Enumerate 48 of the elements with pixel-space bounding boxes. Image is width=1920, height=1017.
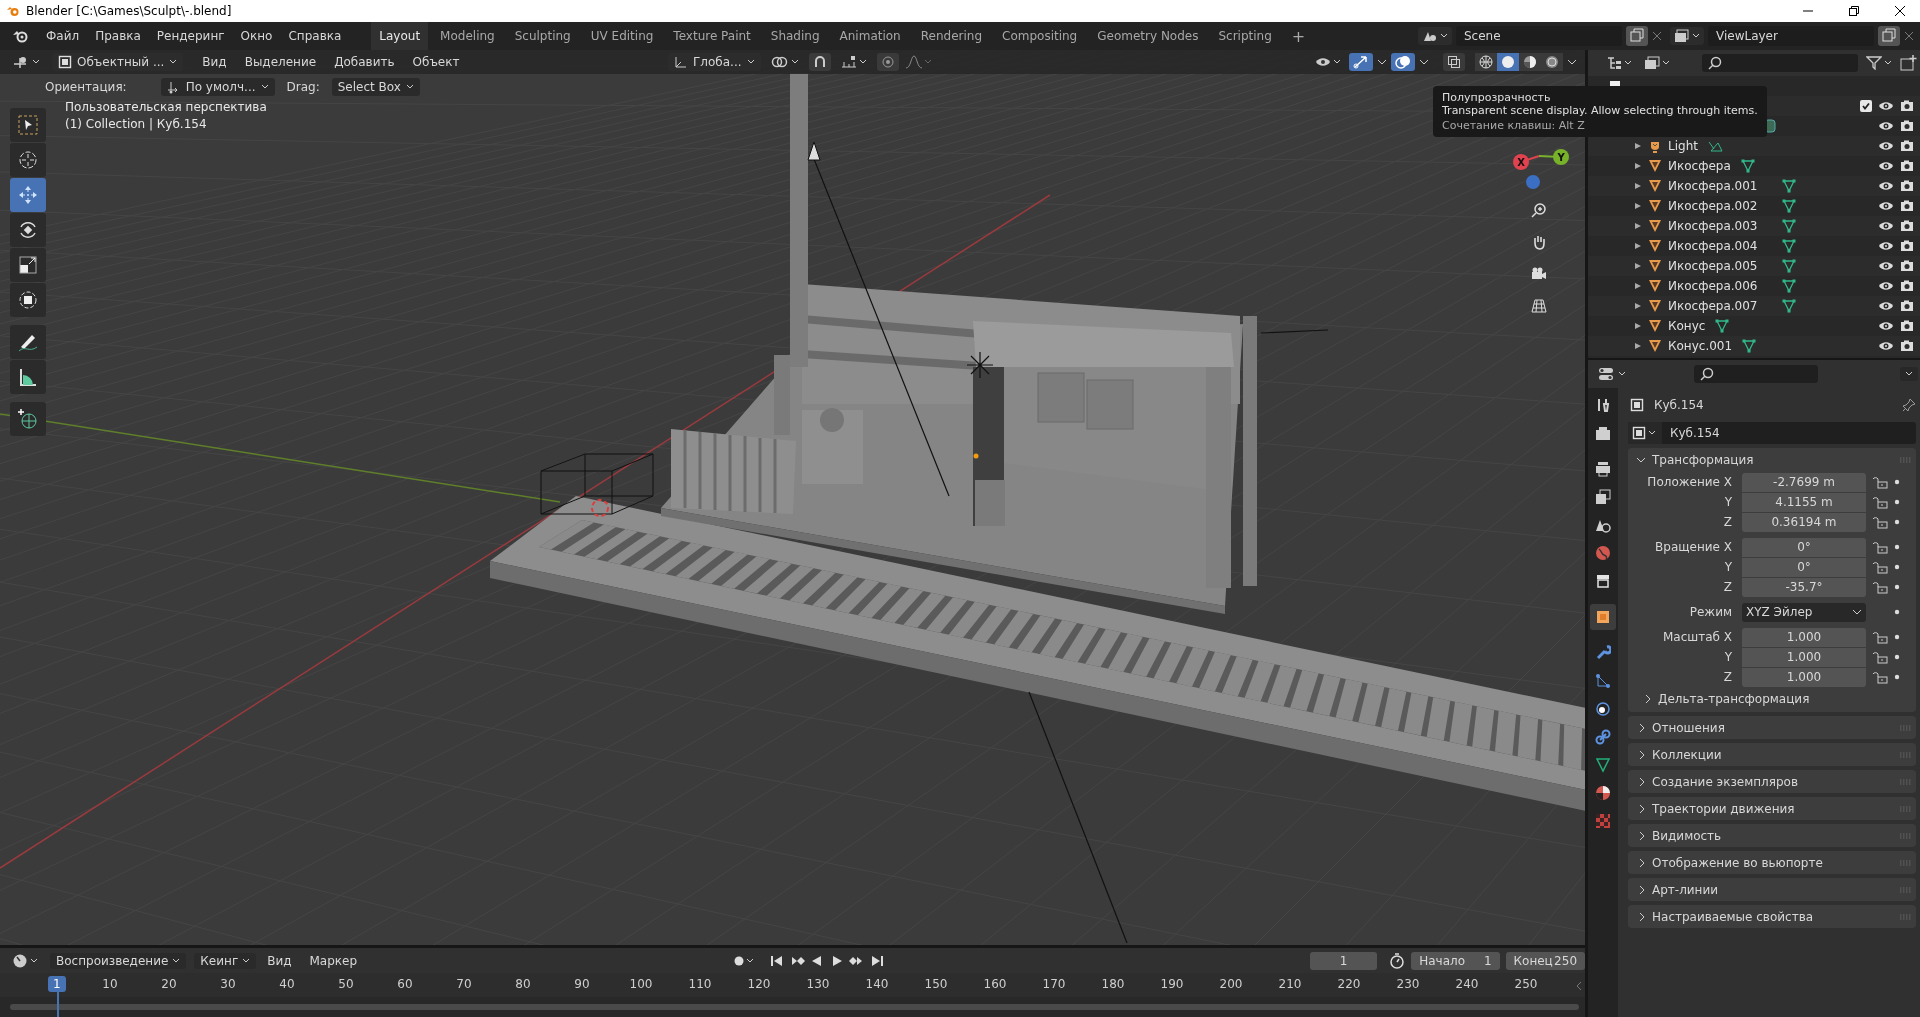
frame-number: 130	[805, 977, 831, 991]
frame-number: 110	[687, 977, 713, 991]
drag-label: Drag:	[286, 80, 320, 94]
frame-number: 220	[1336, 977, 1362, 991]
property-label: Y	[1723, 650, 1733, 664]
tooltip-title: Полупрозрачность	[1442, 91, 1552, 104]
property-label: Z	[1722, 515, 1733, 529]
frame-number: 250	[1513, 977, 1539, 991]
frame-number: 180	[1100, 977, 1126, 991]
frame-number: 100	[628, 977, 654, 991]
property-label: Режим	[1688, 605, 1733, 619]
frame-number: 40	[278, 977, 296, 991]
tooltip-description: Transparent scene display. Allow selecting through items.	[1442, 104, 1758, 117]
frame-number: 90	[573, 977, 591, 991]
frame-number: 140	[864, 977, 890, 991]
view-name: Пользовательская перспектива	[65, 100, 267, 114]
window-title: Blender [C:\Games\Sculpt\-.blend]	[26, 4, 232, 18]
frame-number: 150	[923, 977, 949, 991]
active-object-info: (1) Collection | Куб.154	[65, 117, 208, 131]
frame-number: 240	[1454, 977, 1480, 991]
frame-number: 70	[455, 977, 473, 991]
frame-number: 230	[1395, 977, 1421, 991]
property-label: Y	[1723, 495, 1733, 509]
property-label: Y	[1723, 560, 1733, 574]
orientation-label: Ориентация:	[45, 80, 127, 94]
property-label: Z	[1722, 580, 1733, 594]
property-label: Положение X	[1646, 475, 1733, 489]
frame-number: 200	[1218, 977, 1244, 991]
property-label: Вращение X	[1654, 540, 1733, 554]
field-label: Начало	[1419, 953, 1466, 968]
frame-number: 60	[396, 977, 414, 991]
object-name: Куб.154	[1654, 398, 1704, 412]
frame-number: 20	[160, 977, 178, 991]
property-label: Масштаб X	[1661, 630, 1733, 644]
frame-number: 50	[337, 977, 355, 991]
frame-number: 120	[746, 977, 772, 991]
property-label: Z	[1722, 670, 1733, 684]
field-label: Конец	[1513, 953, 1553, 968]
frame-number: 210	[1277, 977, 1303, 991]
field-value: 1	[1483, 953, 1492, 968]
frame-number: 10	[101, 977, 119, 991]
frame-number: 170	[1041, 977, 1067, 991]
frame-number: 160	[982, 977, 1008, 991]
frame-number: 190	[1159, 977, 1185, 991]
tooltip-shortcut: Сочетание клавиш: Alt Z	[1442, 119, 1586, 132]
frame-number: 30	[219, 977, 237, 991]
frame-number: 80	[514, 977, 532, 991]
field-value: 250	[1554, 953, 1577, 968]
